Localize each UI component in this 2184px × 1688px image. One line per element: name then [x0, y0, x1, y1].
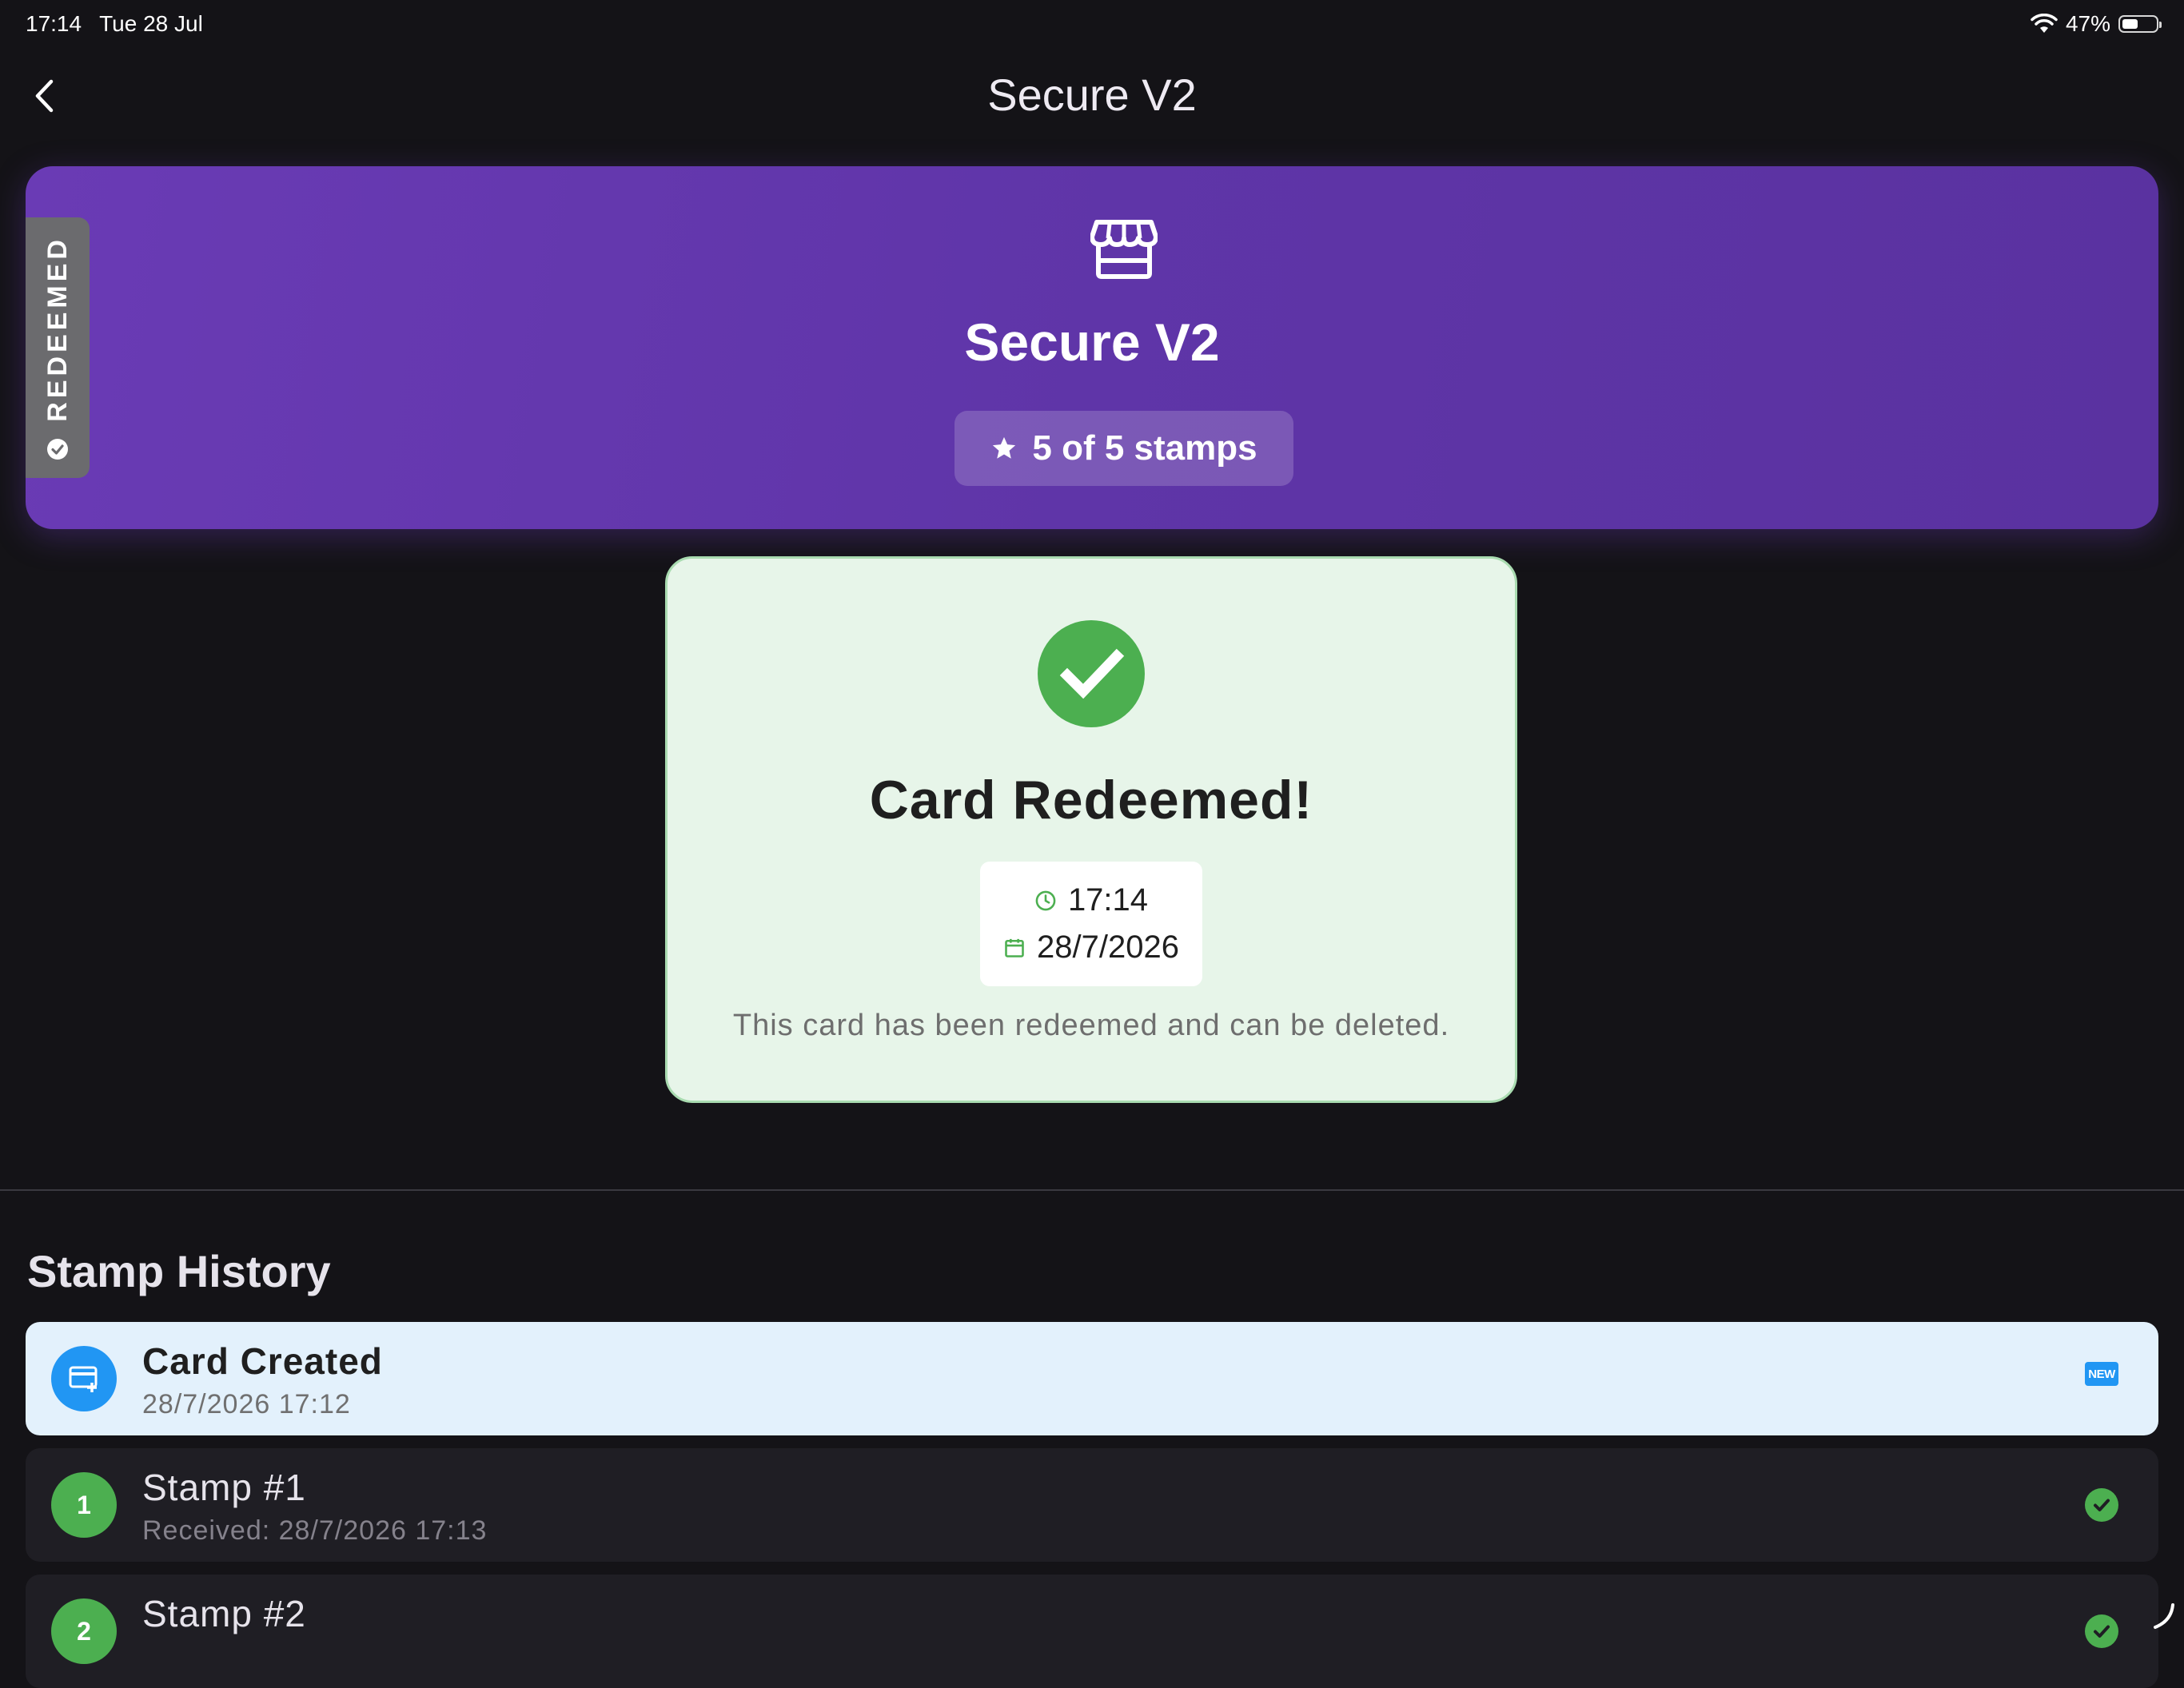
card-plus-icon: [51, 1346, 117, 1411]
card-name-text: Secure V2: [964, 313, 1220, 372]
redeemed-message: This card has been redeemed and can be d…: [732, 1009, 1450, 1042]
new-badge-icon: NEW: [2085, 1362, 2118, 1386]
wifi-icon: [2031, 14, 2058, 33]
stamp-count-label: 5 of 5 stamps: [1032, 428, 1257, 468]
check-circle-icon: [2085, 1488, 2118, 1522]
history-item-stamp-2[interactable]: 2 Stamp #2: [26, 1575, 2158, 1688]
history-item-title: Stamp #2: [142, 1593, 306, 1634]
redeemed-title: Card Redeemed!: [869, 770, 1313, 830]
redeemed-date: 28/7/2026: [1037, 930, 1179, 965]
store-icon: [1090, 220, 1158, 279]
redeemed-time: 17:14: [1067, 882, 1149, 918]
stamp-number-badge: 2: [51, 1598, 117, 1664]
card-name: Secure V2: [0, 312, 2184, 372]
status-bar-right: 47%: [2031, 11, 2162, 37]
page-title: Secure V2: [987, 70, 1197, 120]
battery-level: [2122, 19, 2138, 29]
star-icon: [993, 436, 1016, 459]
status-date: Tue 28 Jul: [99, 11, 203, 36]
history-item-title: Card Created: [142, 1340, 383, 1382]
stamp-history-title: Stamp History: [27, 1246, 331, 1296]
check-circle-icon: [2085, 1614, 2118, 1648]
clock-icon: [1035, 890, 1056, 910]
history-item-subtitle: Received: 28/7/2026 17:13: [142, 1515, 488, 1546]
history-item-title: Stamp #1: [142, 1467, 306, 1508]
check-circle-icon: [47, 439, 68, 460]
history-item-card-created[interactable]: Card Created 28/7/2026 17:12 NEW: [26, 1322, 2158, 1435]
redeemed-date-row: 28/7/2026: [1003, 930, 1179, 965]
status-bar-left: 17:14 Tue 28 Jul: [26, 11, 203, 37]
checkmark-icon: [1059, 648, 1125, 699]
redeemed-time-row: 17:14: [1034, 882, 1148, 918]
battery-icon: [2118, 15, 2162, 33]
scroll-indicator: [2154, 1603, 2174, 1629]
history-item-subtitle: 28/7/2026 17:12: [142, 1389, 351, 1419]
success-check-icon: [1038, 620, 1145, 727]
section-divider: [0, 1189, 2184, 1191]
stamp-number-badge: 1: [51, 1472, 117, 1538]
stamp-count-pill: 5 of 5 stamps: [955, 411, 1293, 486]
status-time: 17:14: [26, 11, 82, 36]
history-item-stamp-1[interactable]: 1 Stamp #1 Received: 28/7/2026 17:13: [26, 1448, 2158, 1562]
redeemed-timestamp: 17:14 28/7/2026: [980, 862, 1202, 986]
battery-percent: 47%: [2065, 11, 2110, 36]
calendar-icon: [1005, 938, 1024, 957]
